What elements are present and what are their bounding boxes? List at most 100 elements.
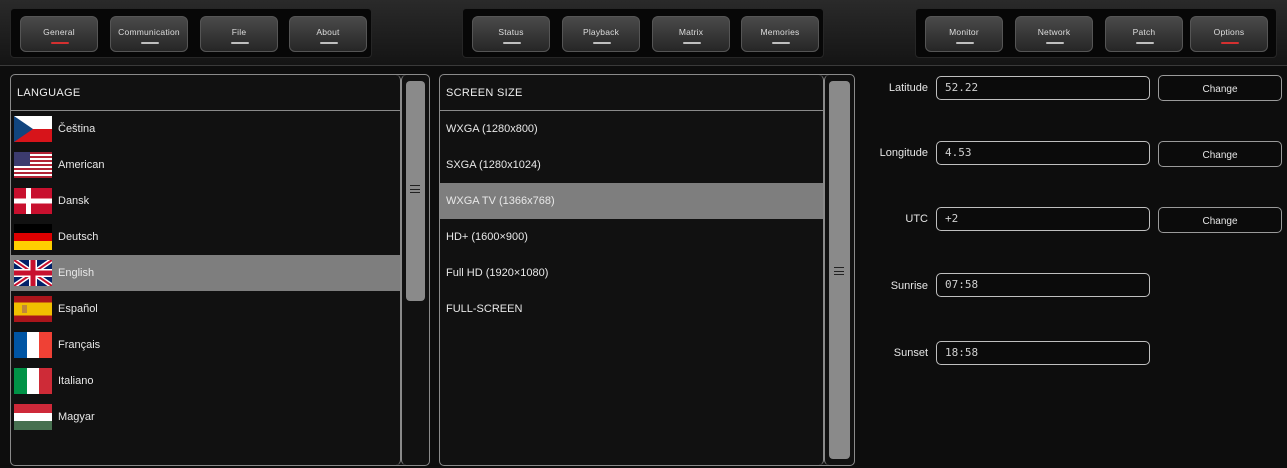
language-item-magyar[interactable]: Magyar [11,399,400,435]
screen-size-item[interactable]: WXGA (1280x800) [440,111,823,147]
tab-memories[interactable]: Memories [741,16,819,52]
tab-indicator [772,42,790,44]
language-label: Dansk [58,195,90,207]
language-scroll-thumb[interactable] [406,81,425,301]
longitude-field[interactable]: 4.53 [936,141,1150,165]
language-panel: LANGUAGE Čeština American Dansk Deutsch … [10,74,430,466]
tab-about[interactable]: About [289,16,367,52]
tab-indicator [141,42,159,44]
active-indicator [1221,42,1239,44]
tab-status[interactable]: Status [472,16,550,52]
usa-flag-icon [14,152,52,178]
language-item-italiano[interactable]: Italiano [11,363,400,399]
change-latitude-button[interactable]: Change [1158,75,1282,101]
sunset-field: 18:58 [936,341,1150,365]
language-label: American [58,159,105,171]
tab-label: Status [498,27,524,37]
language-item-dansk[interactable]: Dansk [11,183,400,219]
language-item-english[interactable]: English [11,255,400,291]
language-item-cestina[interactable]: Čeština [11,111,400,147]
active-indicator [51,42,69,44]
spain-flag-icon [14,296,52,322]
nav-group-setup: Monitor Network Patch Options [915,8,1277,58]
language-label: Español [58,303,98,315]
tab-indicator [231,42,249,44]
denmark-flag-icon [14,188,52,214]
screen-size-label: Full HD (1920×1080) [446,267,549,279]
screen-size-panel: SCREEN SIZE WXGA (1280x800) SXGA (1280x1… [439,74,855,466]
tab-indicator [956,42,974,44]
screen-size-label: SXGA (1280x1024) [446,159,541,171]
screen-size-label: WXGA TV (1366x768) [446,195,555,207]
language-item-american[interactable]: American [11,147,400,183]
tab-monitor[interactable]: Monitor [925,16,1003,52]
tab-label: Options [1213,27,1245,37]
screen-size-item[interactable]: SXGA (1280x1024) [440,147,823,183]
screen-size-item-selected[interactable]: WXGA TV (1366x768) [440,183,823,219]
latitude-label: Latitude [888,82,928,94]
screen-size-item[interactable]: FULL-SCREEN [440,291,823,327]
language-label: Deutsch [58,231,99,243]
change-utc-button[interactable]: Change [1158,207,1282,233]
language-item-francais[interactable]: Français [11,327,400,363]
hungary-flag-icon [14,404,52,430]
screen-size-header: SCREEN SIZE [440,75,823,111]
tab-indicator [503,42,521,44]
tab-label: Matrix [678,27,704,37]
screen-size-label: WXGA (1280x800) [446,123,538,135]
germany-flag-icon [14,224,52,250]
tab-label: Patch [1132,27,1156,37]
tab-matrix[interactable]: Matrix [652,16,730,52]
latitude-field[interactable]: 52.22 [936,76,1150,100]
grip-icon [410,185,420,193]
sunset-label: Sunset [893,347,928,359]
sunrise-label: Sunrise [890,280,928,292]
tab-communication[interactable]: Communication [110,16,188,52]
language-item-deutsch[interactable]: Deutsch [11,219,400,255]
tab-label: General [43,27,75,37]
grip-icon [834,267,844,275]
screen-size-list: SCREEN SIZE WXGA (1280x800) SXGA (1280x1… [440,75,824,465]
screen-size-label: FULL-SCREEN [446,303,523,315]
language-label: Français [58,339,101,351]
tab-label: Playback [582,27,620,37]
language-item-espanol[interactable]: Español [11,291,400,327]
tab-file[interactable]: File [200,16,278,52]
tab-label: Monitor [949,27,979,37]
language-list: LANGUAGE Čeština American Dansk Deutsch … [11,75,401,465]
language-scrollbar[interactable] [401,75,429,465]
tab-label: File [231,27,247,37]
tab-label: Memories [760,27,800,37]
tab-general[interactable]: General [20,16,98,52]
change-longitude-button[interactable]: Change [1158,141,1282,167]
italy-flag-icon [14,368,52,394]
tab-indicator [593,42,611,44]
longitude-label: Longitude [879,147,928,159]
czech-flag-icon [14,116,52,142]
utc-label: UTC [905,213,928,225]
tab-label: About [316,27,340,37]
tab-playback[interactable]: Playback [562,16,640,52]
tab-patch[interactable]: Patch [1105,16,1183,52]
france-flag-icon [14,332,52,358]
uk-flag-icon [14,260,52,286]
tab-indicator [1046,42,1064,44]
tab-label: Communication [118,27,180,37]
nav-group-playback: Status Playback Matrix Memories [462,8,824,58]
language-label: Italiano [58,375,94,387]
sunrise-field: 07:58 [936,273,1150,297]
screen-size-item[interactable]: HD+ (1600×900) [440,219,823,255]
language-header: LANGUAGE [11,75,400,111]
language-label: Magyar [58,411,95,423]
language-label: Čeština [58,123,96,135]
tab-network[interactable]: Network [1015,16,1093,52]
screen-size-item[interactable]: Full HD (1920×1080) [440,255,823,291]
screen-size-scroll-thumb[interactable] [829,81,850,459]
tab-indicator [1136,42,1154,44]
language-label: English [58,267,95,279]
tab-indicator [683,42,701,44]
utc-field[interactable]: +2 [936,207,1150,231]
top-nav-bar: General Communication File About Status … [0,0,1287,66]
screen-size-scrollbar[interactable] [824,75,854,465]
tab-options[interactable]: Options [1190,16,1268,52]
